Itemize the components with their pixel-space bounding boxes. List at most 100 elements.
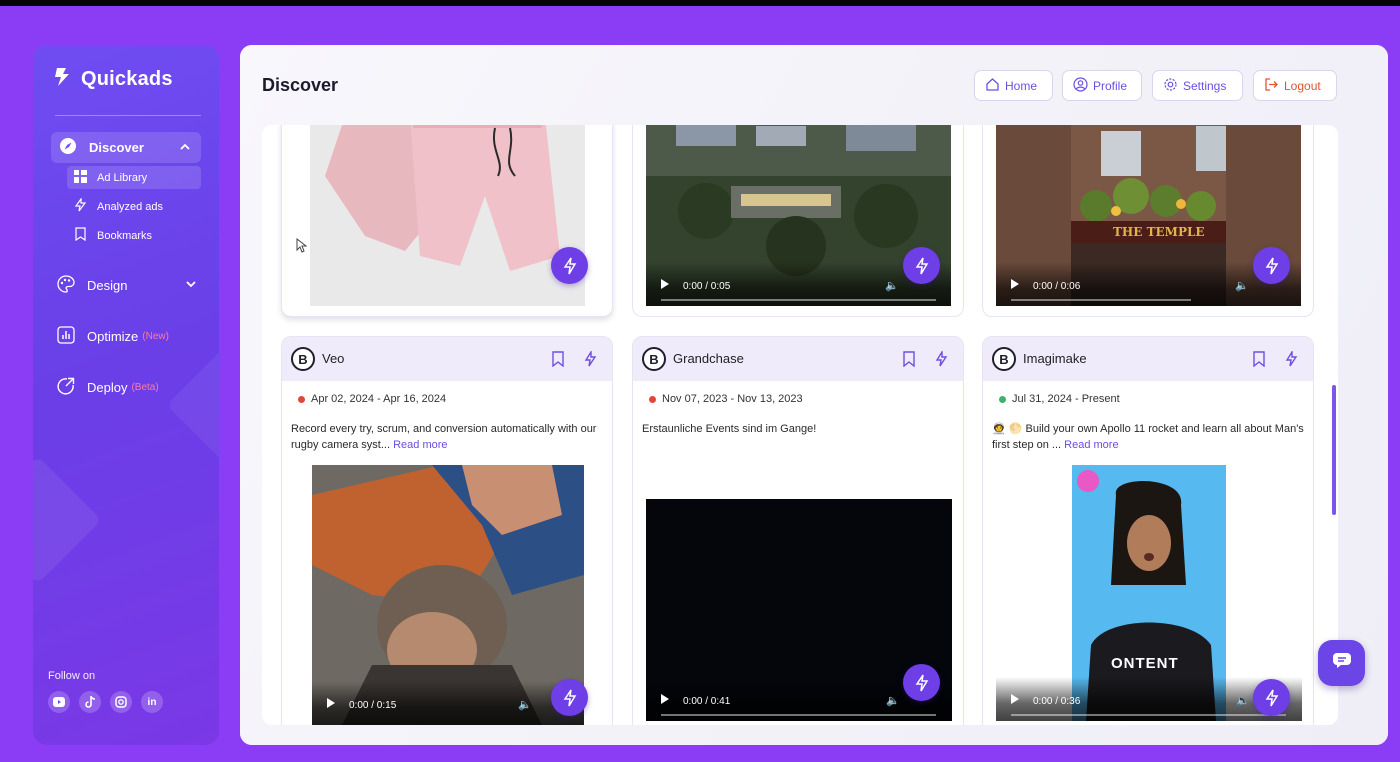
volume-icon[interactable]: 🔈 <box>1236 694 1250 707</box>
chevron-down-icon[interactable] <box>185 278 197 293</box>
brand-avatar: B <box>992 347 1016 371</box>
play-icon[interactable] <box>327 698 335 708</box>
app-logo[interactable]: Quickads <box>53 67 173 92</box>
ad-text: 🧑‍🚀 🌕 Build your own Apollo 11 rocket an… <box>992 423 1304 451</box>
analyze-button[interactable] <box>551 679 588 716</box>
youtube-icon[interactable] <box>48 691 70 713</box>
app-name: Quickads <box>81 68 173 90</box>
logout-icon <box>1264 77 1279 95</box>
nav-optimize[interactable]: Optimize (New) <box>57 326 197 347</box>
ad-card[interactable] <box>281 125 613 317</box>
analyze-button[interactable] <box>903 247 940 284</box>
volume-icon[interactable]: 🔈 <box>885 279 899 292</box>
run-dates: Nov 07, 2023 - Nov 13, 2023 <box>649 393 803 405</box>
ad-library-grid: 0:00 / 0:05 🔈 THE TEMPLE 0:00 / 0:06 🔈 B… <box>262 125 1338 725</box>
sidebar-item-label: Ad Library <box>97 171 148 184</box>
video-time: 0:00 / 0:06 <box>1033 281 1081 292</box>
palette-icon <box>57 275 75 296</box>
bookmark-icon <box>74 227 87 244</box>
social-links: in <box>48 691 163 713</box>
logout-button[interactable]: Logout <box>1253 70 1337 101</box>
video-time: 0:00 / 0:05 <box>683 281 731 292</box>
brand-name[interactable]: Grandchase <box>673 351 744 366</box>
imagimake-video[interactable]: ONTENT 0:00 / 0:36 🔈 <box>996 465 1302 721</box>
sidebar-item-bookmarks[interactable]: Bookmarks <box>67 224 201 247</box>
ad-text: Erstaunliche Events sind im Gange! <box>642 423 817 435</box>
scrollbar[interactable] <box>1332 385 1336 515</box>
ad-description: Erstaunliche Events sind im Gange! <box>642 421 954 437</box>
grid-icon <box>74 169 87 186</box>
chart-icon <box>57 326 75 347</box>
video-progress[interactable] <box>1011 714 1286 716</box>
analyze-button[interactable] <box>1253 247 1290 284</box>
bookmark-icon[interactable] <box>1250 350 1268 368</box>
bolt-icon[interactable] <box>932 350 950 368</box>
video-time: 0:00 / 0:15 <box>349 700 397 711</box>
nav-design-label: Design <box>87 278 128 293</box>
settings-label: Settings <box>1183 78 1227 93</box>
nav-design[interactable]: Design <box>57 275 197 296</box>
video-progress[interactable] <box>661 299 936 301</box>
mouse-cursor-icon <box>296 237 308 258</box>
video-progress[interactable] <box>1011 299 1191 301</box>
home-button[interactable]: Home <box>974 70 1053 101</box>
bolt-icon[interactable] <box>1282 350 1300 368</box>
brand-avatar: B <box>291 347 315 371</box>
new-tag: (New) <box>142 331 169 342</box>
ad-card-imagimake[interactable]: B Imagimake Jul 31, 2024 - Present 🧑‍🚀 🌕… <box>982 336 1314 725</box>
sidebar: Quickads Discover Ad Library Analyzed ad… <box>33 45 219 745</box>
linkedin-icon[interactable]: in <box>141 691 163 713</box>
play-icon[interactable] <box>661 694 669 704</box>
home-label: Home <box>1005 78 1038 93</box>
analyze-button[interactable] <box>1253 679 1290 716</box>
analyze-button[interactable] <box>903 664 940 701</box>
ad-card-veo[interactable]: B Veo Apr 02, 2024 - Apr 16, 2024 Record… <box>281 336 613 725</box>
instagram-icon[interactable] <box>110 691 132 713</box>
brand-name[interactable]: Veo <box>322 351 344 366</box>
sidebar-decoration <box>33 456 102 584</box>
profile-button[interactable]: Profile <box>1062 70 1142 101</box>
play-icon[interactable] <box>1011 279 1019 289</box>
divider <box>55 115 201 116</box>
date-range: Jul 31, 2024 - Present <box>1012 393 1120 405</box>
bolt-logo-icon <box>53 67 71 92</box>
brand-avatar: B <box>642 347 666 371</box>
nav-deploy[interactable]: Deploy (Beta) <box>57 377 197 398</box>
bookmark-icon[interactable] <box>900 350 918 368</box>
nav-discover[interactable]: Discover <box>51 132 201 163</box>
shirt-print: ONTENT <box>1111 655 1179 672</box>
logout-label: Logout <box>1284 78 1321 93</box>
user-icon <box>1073 76 1088 95</box>
aerial-campus-video[interactable]: 0:00 / 0:05 🔈 <box>646 125 951 306</box>
volume-icon[interactable]: 🔈 <box>886 694 900 707</box>
bolt-outline-icon <box>74 197 87 215</box>
read-more-link[interactable]: Read more <box>393 439 447 451</box>
nav-deploy-label: Deploy <box>87 380 128 395</box>
sidebar-item-analyzed-ads[interactable]: Analyzed ads <box>67 195 201 218</box>
play-icon[interactable] <box>661 279 669 289</box>
ad-card[interactable]: THE TEMPLE 0:00 / 0:06 🔈 <box>982 125 1314 317</box>
read-more-link[interactable]: Read more <box>1064 439 1118 451</box>
rugby-video[interactable]: 0:00 / 0:15 🔈 <box>312 465 584 725</box>
play-icon[interactable] <box>1011 694 1019 704</box>
bolt-icon[interactable] <box>581 350 599 368</box>
chevron-up-icon[interactable] <box>179 141 191 156</box>
tiktok-icon[interactable] <box>79 691 101 713</box>
bookmark-icon[interactable] <box>549 350 567 368</box>
run-dates: Apr 02, 2024 - Apr 16, 2024 <box>298 393 446 405</box>
status-dot <box>298 395 305 403</box>
volume-icon[interactable]: 🔈 <box>1235 279 1249 292</box>
home-icon <box>985 77 1000 95</box>
chat-icon <box>1332 652 1352 674</box>
brand-name[interactable]: Imagimake <box>1023 351 1087 366</box>
page-title: Discover <box>262 75 339 95</box>
pub-exterior-video[interactable]: THE TEMPLE 0:00 / 0:06 🔈 <box>996 125 1301 306</box>
ad-card-grandchase[interactable]: B Grandchase Nov 07, 2023 - Nov 13, 2023… <box>632 336 964 725</box>
volume-icon[interactable]: 🔈 <box>518 698 532 711</box>
sidebar-item-ad-library[interactable]: Ad Library <box>67 166 201 189</box>
chat-button[interactable] <box>1318 640 1365 686</box>
settings-button[interactable]: Settings <box>1152 70 1243 101</box>
video-progress[interactable] <box>661 714 936 716</box>
ad-card[interactable]: 0:00 / 0:05 🔈 <box>632 125 964 317</box>
analyze-button[interactable] <box>551 247 588 284</box>
